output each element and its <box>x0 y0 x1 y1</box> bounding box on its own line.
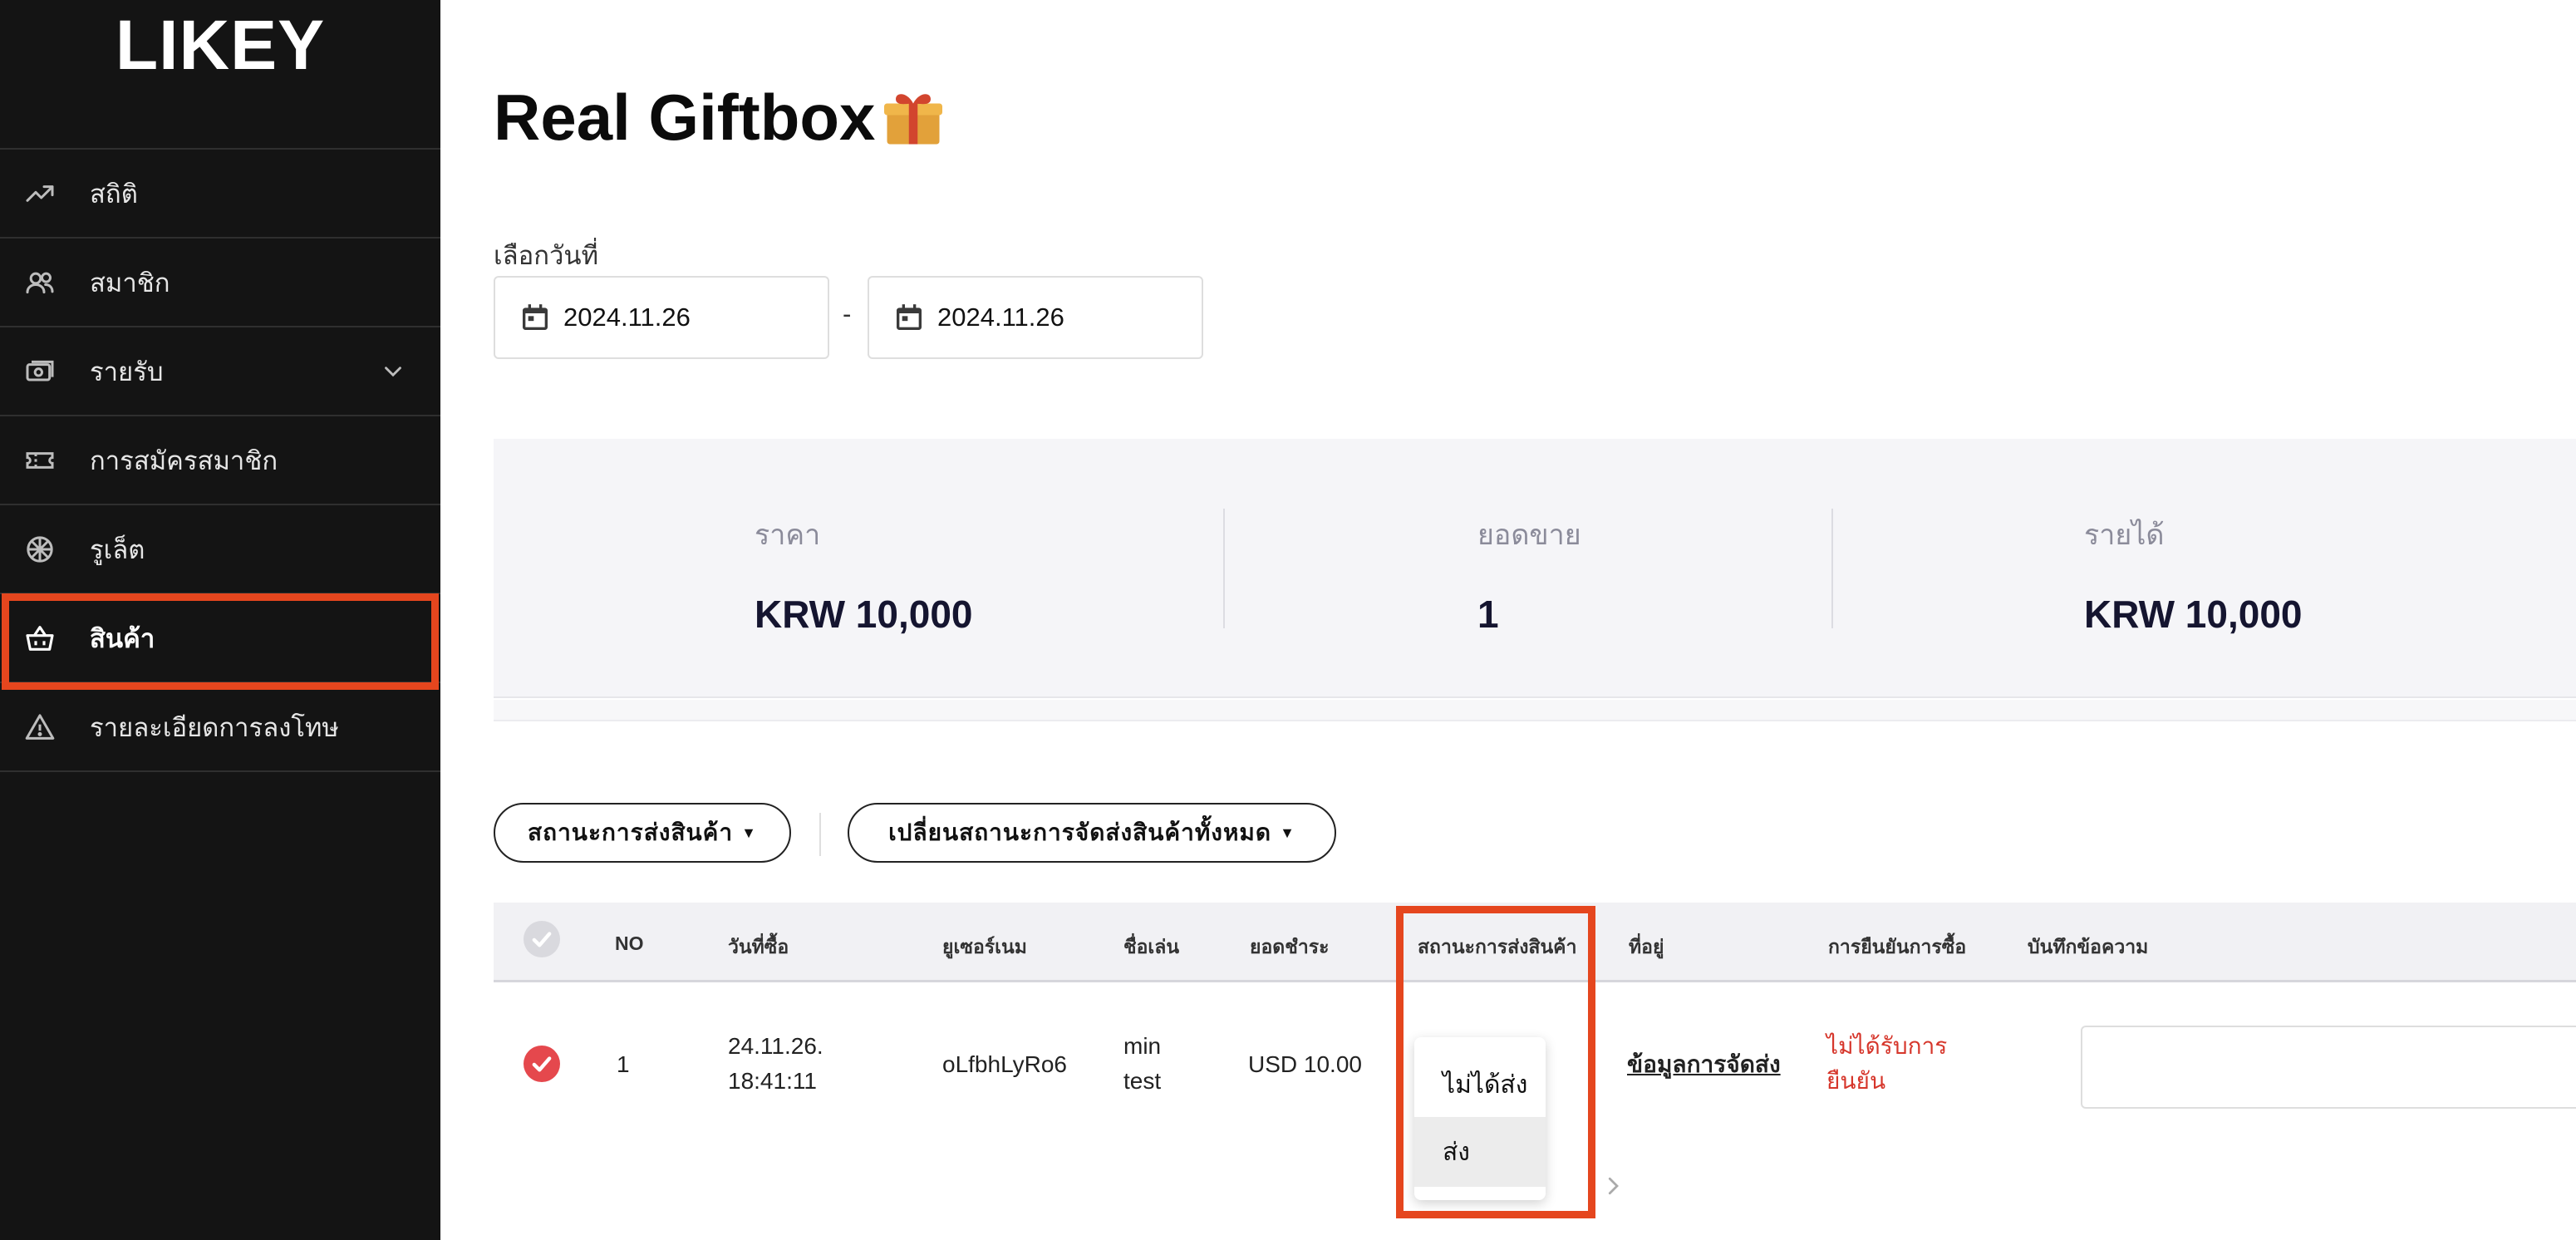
gift-icon <box>884 93 943 144</box>
sidebar-item-members[interactable]: สมาชิก <box>0 239 440 327</box>
page-title: Real Giftbox <box>494 80 948 155</box>
logo[interactable]: LIKEY <box>0 0 440 150</box>
sidebar-item-subscription[interactable]: การสมัครสมาชิก <box>0 416 440 505</box>
highlight-box-shipping-status <box>1396 906 1595 1218</box>
stat-sales-value: 1 <box>1477 593 1499 636</box>
shipping-status-filter-button[interactable]: สถานะการส่งสินค้า ▼ <box>494 803 791 863</box>
column-header-purchase-confirmation: การยืนยันการซื้อ <box>1828 936 1967 957</box>
cell-nickname: min test <box>1123 1029 1161 1099</box>
cell-nickname-line2: test <box>1123 1068 1162 1094</box>
logo-text: LIKEY <box>115 5 326 84</box>
select-all-checkbox[interactable] <box>524 921 560 957</box>
filter-divider <box>819 813 821 856</box>
chevron-right-icon <box>1608 1177 1619 1195</box>
sidebar-item-label: รายรับ <box>90 357 164 386</box>
sidebar-item-label: การสมัครสมาชิก <box>90 445 278 475</box>
sidebar-item-label: สมาชิก <box>90 268 170 298</box>
row-checkbox[interactable] <box>524 1046 560 1082</box>
column-header-nickname: ชื่อเล่น <box>1123 936 1180 957</box>
check-icon <box>532 1056 552 1072</box>
stat-revenue-value: KRW 10,000 <box>2084 593 2303 636</box>
app-root: LIKEY สถิติ สมาชิก รายรับ การสมัครสมาชิก… <box>0 0 2576 1240</box>
cell-purchase-date: 24.11.26. 18:41:11 <box>728 1029 823 1099</box>
calendar-icon <box>897 304 922 330</box>
cell-purchase-date-time: 18:41:11 <box>728 1068 817 1094</box>
main-content: Real Giftbox เลือกวันที่ 2024.11.26 - 20… <box>440 0 2576 1240</box>
sidebar-item-penalties[interactable]: รายละเอียดการลงโทษ <box>0 683 440 772</box>
stats-panel: ราคา KRW 10,000 ยอดขาย 1 รายได้ KRW 10,0… <box>494 439 2576 698</box>
stat-revenue-label: รายได้ <box>2084 519 2165 551</box>
confirmation-status-line2: ยืนยัน <box>1826 1068 1886 1094</box>
sidebar-item-roulette[interactable]: รูเล็ต <box>0 505 440 594</box>
start-date-value: 2024.11.26 <box>563 303 691 332</box>
caret-down-icon: ▼ <box>1280 824 1295 841</box>
cell-nickname-line1: min <box>1123 1033 1162 1059</box>
stat-divider <box>1223 509 1225 628</box>
ticket-icon <box>22 442 58 479</box>
stat-divider <box>1831 509 1833 628</box>
sidebar: LIKEY สถิติ สมาชิก รายรับ การสมัครสมาชิก… <box>0 0 440 1240</box>
column-header-username: ยูเซอร์เนม <box>942 936 1027 957</box>
confirmation-status-line1: ไม่ได้รับการ <box>1826 1033 1948 1059</box>
column-header-purchase-date: วันที่ซื้อ <box>728 936 789 957</box>
cell-username: oLfbhLyRo6 <box>942 1051 1067 1077</box>
check-icon <box>532 932 552 947</box>
sidebar-item-label: รูเล็ต <box>90 534 145 564</box>
caret-down-icon: ▼ <box>741 824 757 841</box>
highlight-box-products <box>2 593 439 690</box>
page-title-text: Real Giftbox <box>494 81 876 154</box>
roulette-icon <box>22 531 58 568</box>
date-select-label: เลือกวันที่ <box>494 241 599 270</box>
date-separator: - <box>843 299 852 328</box>
warning-icon <box>22 709 58 745</box>
column-header-no: NO <box>615 932 644 954</box>
column-header-address: ที่อยู่ <box>1629 936 1664 957</box>
trend-up-icon <box>22 175 58 212</box>
money-icon <box>22 353 58 390</box>
memo-input[interactable] <box>2081 1026 2576 1109</box>
shipping-status-filter-label: สถานะการส่งสินค้า <box>528 819 734 845</box>
stats-panel-footer <box>494 700 2576 721</box>
change-all-status-label: เปลี่ยนสถานะการจัดส่งสินค้าทั้งหมด <box>888 819 1272 845</box>
sidebar-item-income[interactable]: รายรับ <box>0 327 440 416</box>
end-date-value: 2024.11.26 <box>937 303 1064 332</box>
column-header-amount: ยอดชำระ <box>1250 936 1330 957</box>
stat-price: ราคา KRW 10,000 <box>755 512 973 637</box>
start-date-input[interactable]: 2024.11.26 <box>494 276 829 359</box>
change-all-shipping-status-button[interactable]: เปลี่ยนสถานะการจัดส่งสินค้าทั้งหมด ▼ <box>848 803 1336 863</box>
stat-sales: ยอดขาย 1 <box>1477 512 1581 637</box>
calendar-icon <box>523 304 548 330</box>
sidebar-item-statistics[interactable]: สถิติ <box>0 150 440 239</box>
cell-no: 1 <box>617 1051 630 1077</box>
chevron-down-icon[interactable] <box>379 357 407 386</box>
stat-sales-label: ยอดขาย <box>1477 519 1581 551</box>
shipping-info-link[interactable]: ข้อมูลการจัดส่ง <box>1627 1047 1781 1082</box>
users-icon <box>22 264 58 301</box>
stat-revenue: รายได้ KRW 10,000 <box>2084 512 2303 637</box>
cell-purchase-confirmation: ไม่ได้รับการ ยืนยัน <box>1826 1029 1947 1099</box>
cell-amount: USD 10.00 <box>1248 1051 1362 1077</box>
stat-price-value: KRW 10,000 <box>755 593 973 636</box>
stat-price-label: ราคา <box>755 519 821 551</box>
end-date-input[interactable]: 2024.11.26 <box>868 276 1203 359</box>
cell-purchase-date-day: 24.11.26. <box>728 1033 823 1059</box>
sidebar-item-label: รายละเอียดการลงโทษ <box>90 712 339 742</box>
column-header-memo: บันทึกข้อความ <box>2028 936 2149 957</box>
sidebar-item-label: สถิติ <box>90 179 138 209</box>
